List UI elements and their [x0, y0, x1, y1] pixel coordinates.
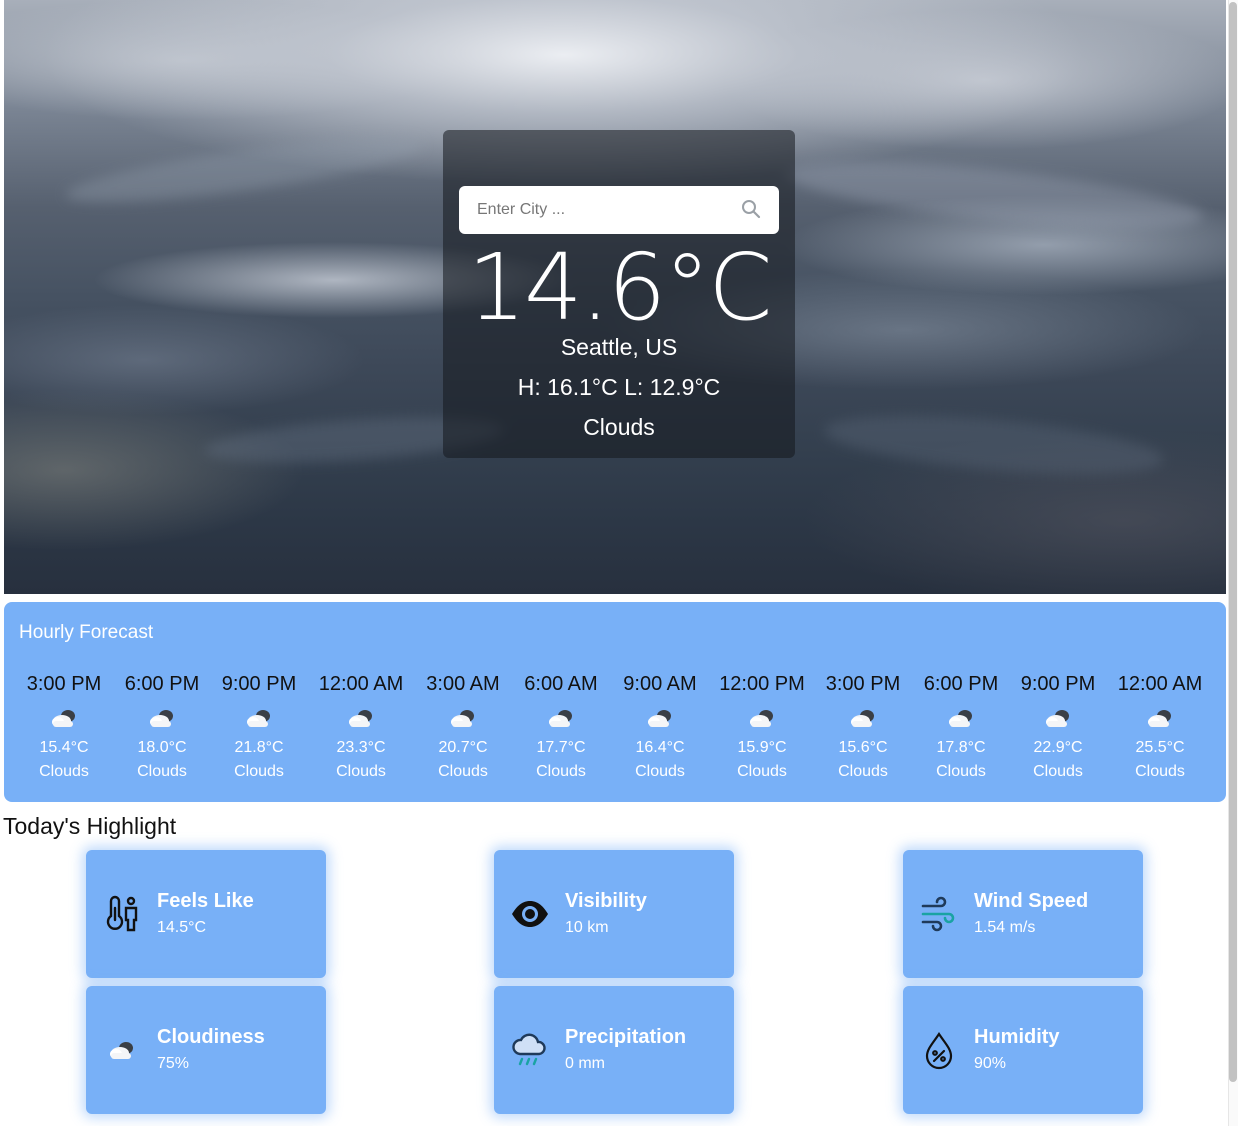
hourly-time: 12:00 AM: [318, 673, 404, 695]
cloud-icon: [847, 706, 879, 730]
city-search-input[interactable]: [475, 200, 739, 220]
cloudiness-tile: Cloudiness 75%: [86, 986, 326, 1114]
wind-speed-tile: Wind Speed 1.54 m/s: [903, 850, 1143, 978]
hourly-temperature: 17.8°C: [936, 739, 986, 756]
hourly-condition: Clouds: [234, 763, 284, 780]
humidity-tile: Humidity 90%: [903, 986, 1143, 1114]
hourly-time: 12:00 PM: [719, 673, 805, 695]
hourly-temperature: 23.3°C: [336, 739, 386, 756]
highlight-label: Visibility: [565, 890, 647, 912]
cloud-icon: [243, 706, 275, 730]
highlight-value: 90%: [974, 1055, 1007, 1072]
hourly-temperature: 15.9°C: [737, 739, 787, 756]
cloud-icon: [545, 706, 577, 730]
hourly-temperature: 15.4°C: [39, 739, 89, 756]
condition-label: Clouds: [583, 414, 655, 440]
hourly-forecast-item: 3:00 AM 20.7°C Clouds: [408, 672, 518, 784]
hourly-temperature: 22.9°C: [1033, 739, 1083, 756]
hourly-condition: Clouds: [737, 763, 787, 780]
hourly-time: 12:00 AM: [1117, 673, 1203, 695]
hourly-forecast-item: 3:00 PM 15.4°C Clouds: [9, 672, 119, 784]
hourly-time: 9:00 AM: [623, 673, 697, 695]
hourly-time: 9:00 PM: [221, 673, 297, 695]
hourly-time: 6:00 AM: [524, 673, 598, 695]
hourly-condition: Clouds: [39, 763, 89, 780]
hourly-forecast-title: Hourly Forecast: [19, 622, 154, 643]
hourly-condition: Clouds: [336, 763, 386, 780]
cloud-icon: [1144, 706, 1176, 730]
precipitation-tile: Precipitation 0 mm: [494, 986, 734, 1114]
hourly-condition: Clouds: [838, 763, 888, 780]
hourly-time: 9:00 PM: [1020, 673, 1096, 695]
hourly-forecast-item: 6:00 PM 17.8°C Clouds: [906, 672, 1016, 784]
hourly-temperature: 15.6°C: [838, 739, 888, 756]
hourly-forecast-item: 12:00 PM 15.9°C Clouds: [707, 672, 817, 784]
hourly-forecast-list: 3:00 PM 15.4°C Clouds 6:00 PM 18.0°C Clouds 9:…: [4, 672, 1226, 792]
highlight-label: Humidity: [974, 1026, 1060, 1048]
highlights-title: Today's Highlight: [3, 813, 177, 839]
hourly-forecast-item: 9:00 AM 16.4°C Clouds: [605, 672, 715, 784]
visibility-tile: Visibility 10 km: [494, 850, 734, 978]
hourly-condition: Clouds: [438, 763, 488, 780]
wind-icon: [919, 894, 959, 934]
hourly-forecast-item: 9:00 PM 21.8°C Clouds: [204, 672, 314, 784]
hourly-time: 3:00 AM: [426, 673, 500, 695]
hourly-condition: Clouds: [936, 763, 986, 780]
hourly-temperature: 20.7°C: [438, 739, 488, 756]
hourly-time: 3:00 PM: [825, 673, 901, 695]
hourly-time: 3:00 PM: [26, 673, 102, 695]
hourly-condition: Clouds: [1135, 763, 1185, 780]
current-weather-card: 14.6°C Seattle, US H: 16.1°C L: 12.9°C C…: [443, 130, 795, 458]
hourly-temperature: 16.4°C: [635, 739, 685, 756]
highlight-value: 0 mm: [565, 1055, 605, 1072]
highlight-value: 75%: [157, 1055, 190, 1072]
scrollbar-thumb[interactable]: [1229, 2, 1237, 1082]
cloud-icon: [1042, 706, 1074, 730]
hourly-temperature: 21.8°C: [234, 739, 284, 756]
cloud-icon: [146, 706, 178, 730]
search-icon[interactable]: [741, 199, 761, 219]
highlight-value: 10 km: [565, 919, 609, 936]
location-label: Seattle, US: [560, 334, 678, 360]
highlight-label: Precipitation: [565, 1026, 687, 1048]
high-low-label: H: 16.1°C L: 12.9°C: [517, 374, 721, 400]
hourly-forecast-item: 6:00 AM 17.7°C Clouds: [506, 672, 616, 784]
cloud-icon: [447, 706, 479, 730]
highlight-value: 14.5°C: [157, 919, 207, 936]
cloud-icon: [48, 706, 80, 730]
eye-icon: [510, 894, 550, 934]
hourly-temperature: 17.7°C: [536, 739, 586, 756]
highlight-label: Feels Like: [157, 890, 254, 912]
hourly-condition: Clouds: [137, 763, 187, 780]
highlight-label: Cloudiness: [157, 1026, 265, 1048]
hourly-forecast-item: 6:00 PM 18.0°C Clouds: [107, 672, 217, 784]
hourly-forecast-item: 12:00 AM 25.5°C Clouds: [1105, 672, 1215, 784]
feels-like-tile: Feels Like 14.5°C: [86, 850, 326, 978]
hourly-forecast-panel: Hourly Forecast 3:00 PM 15.4°C Clouds 6:00 …: [4, 602, 1226, 802]
hourly-forecast-item: 9:00 PM 22.9°C Clouds: [1003, 672, 1113, 784]
highlight-value: 1.54 m/s: [974, 919, 1036, 936]
hourly-temperature: 25.5°C: [1135, 739, 1185, 756]
current-temperature: 14.6°C: [467, 234, 772, 341]
hourly-condition: Clouds: [1033, 763, 1083, 780]
hourly-time: 6:00 PM: [923, 673, 999, 695]
hourly-time: 6:00 PM: [124, 673, 200, 695]
hourly-condition: Clouds: [635, 763, 685, 780]
thermometer-person-icon: [102, 894, 142, 934]
hourly-forecast-item: 12:00 AM 23.3°C Clouds: [306, 672, 416, 784]
cloud-icon: [345, 706, 377, 730]
hourly-forecast-item: 3:00 PM 15.6°C Clouds: [808, 672, 918, 784]
rain-cloud-icon: [510, 1030, 550, 1070]
highlight-label: Wind Speed: [974, 890, 1089, 912]
cloud-icon: [102, 1030, 142, 1070]
hourly-temperature: 18.0°C: [137, 739, 187, 756]
humidity-drop-icon: [919, 1030, 959, 1070]
hourly-condition: Clouds: [536, 763, 586, 780]
city-search-box[interactable]: [459, 186, 779, 234]
cloud-icon: [945, 706, 977, 730]
hero-background: 14.6°C Seattle, US H: 16.1°C L: 12.9°C C…: [4, 0, 1226, 594]
cloud-icon: [644, 706, 676, 730]
cloud-icon: [746, 706, 778, 730]
